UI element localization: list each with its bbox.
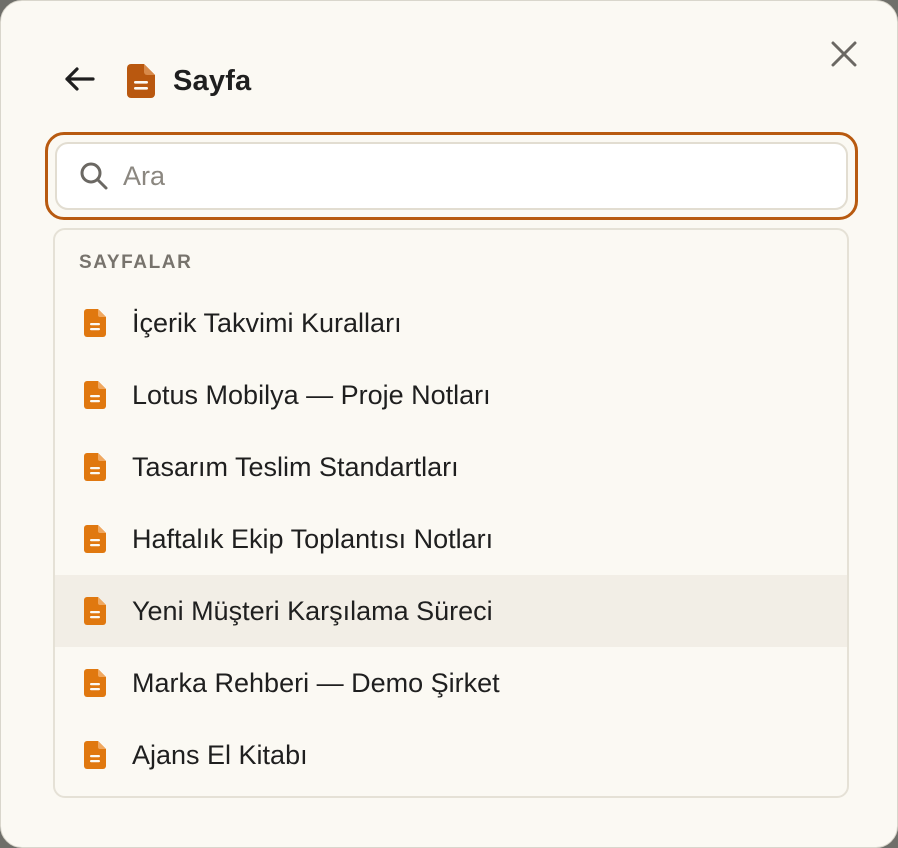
close-icon — [831, 41, 857, 72]
modal-header: Sayfa — [61, 59, 251, 103]
pages-list: SAYFALAR İçerik Takvimi Kuralları Lotus … — [53, 228, 849, 798]
page-list-item[interactable]: Tasarım Teslim Standartları — [55, 431, 847, 503]
page-list-item[interactable]: Lotus Mobilya — Proje Notları — [55, 359, 847, 431]
search-icon — [77, 159, 111, 193]
document-icon — [84, 380, 110, 410]
document-icon — [84, 596, 110, 626]
document-icon — [84, 308, 110, 338]
page-list-item[interactable]: Haftalık Ekip Toplantısı Notları — [55, 503, 847, 575]
document-icon — [84, 668, 110, 698]
page-list-item[interactable]: Yeni Müşteri Karşılama Süreci — [55, 575, 847, 647]
document-icon — [127, 63, 159, 99]
page-list-item-label: Lotus Mobilya — Proje Notları — [132, 379, 491, 410]
modal-title: Sayfa — [173, 64, 252, 97]
page-list-item-label: Ajans El Kitabı — [132, 739, 308, 770]
page-list-item-label: Marka Rehberi — Demo Şirket — [132, 667, 500, 698]
page-list-item[interactable]: Marka Rehberi — Demo Şirket — [55, 647, 847, 719]
back-button[interactable] — [61, 63, 97, 99]
page-list-item-label: Haftalık Ekip Toplantısı Notları — [132, 523, 494, 554]
page-list-item[interactable]: Ajans El Kitabı — [55, 719, 847, 791]
search-input[interactable] — [123, 144, 846, 208]
arrow-left-icon — [63, 66, 95, 97]
document-icon — [84, 524, 110, 554]
document-icon — [84, 452, 110, 482]
section-label-pages: SAYFALAR — [79, 252, 193, 273]
pages-items: İçerik Takvimi Kuralları Lotus Mobilya —… — [55, 287, 847, 791]
search-field — [55, 142, 848, 210]
page-list-item-label: Yeni Müşteri Karşılama Süreci — [132, 595, 493, 626]
search-box — [45, 132, 858, 220]
page-list-item-label: İçerik Takvimi Kuralları — [132, 307, 402, 338]
close-button[interactable] — [825, 37, 863, 75]
page-list-item-label: Tasarım Teslim Standartları — [132, 451, 459, 482]
page-list-item[interactable]: İçerik Takvimi Kuralları — [55, 287, 847, 359]
document-icon — [84, 740, 110, 770]
page-picker-modal: Sayfa SAYFALAR — [0, 0, 898, 848]
